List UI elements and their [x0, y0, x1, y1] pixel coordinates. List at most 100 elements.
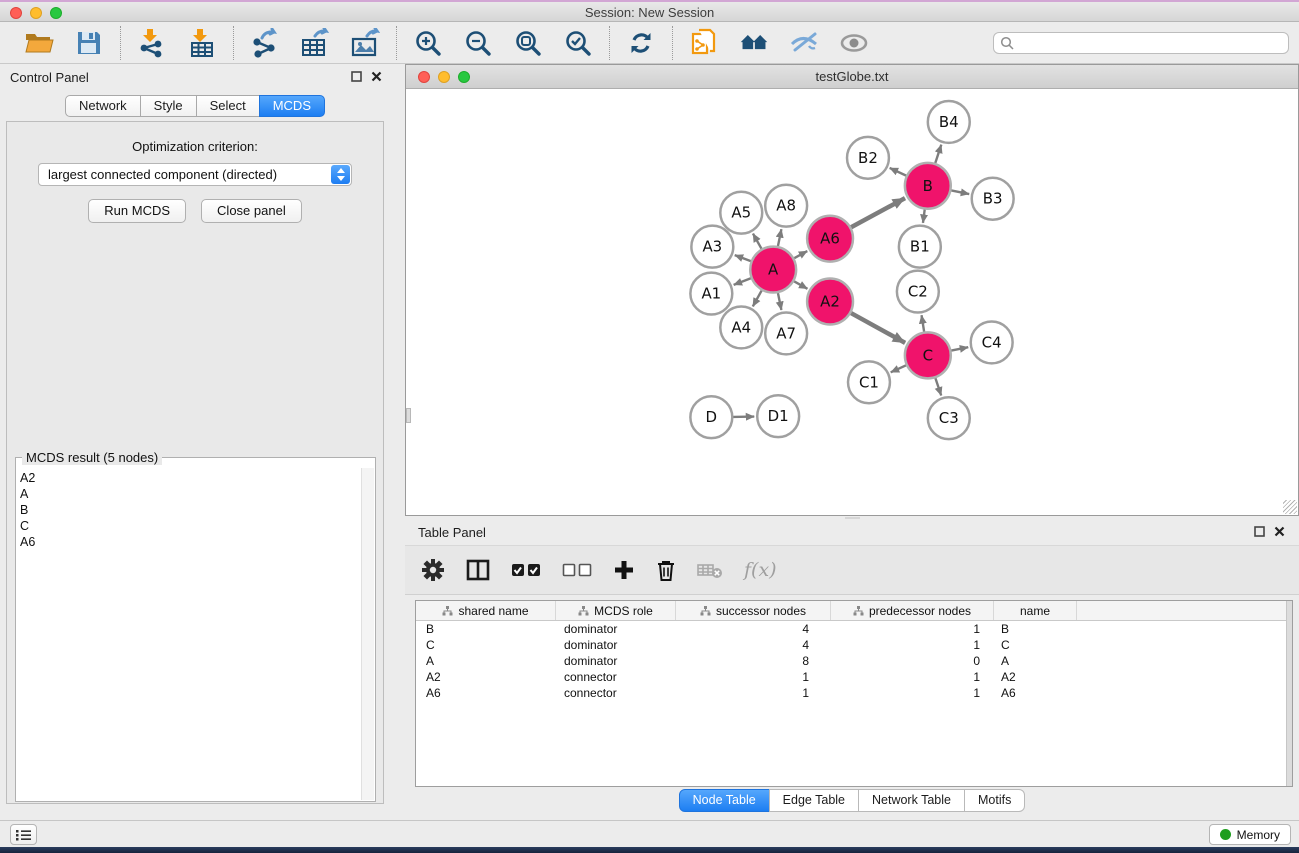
import-network-icon[interactable]: [137, 28, 167, 58]
tab-mcds[interactable]: MCDS: [259, 95, 325, 117]
graph-edge-A-A8[interactable]: [778, 229, 781, 246]
home-icon[interactable]: [739, 28, 769, 58]
export-image-icon[interactable]: [350, 28, 380, 58]
table-settings-gear-icon[interactable]: [421, 557, 445, 583]
graph-edge-C-C3[interactable]: [935, 378, 941, 395]
graph-edge-A-A2[interactable]: [794, 281, 807, 289]
zoom-out-icon[interactable]: [463, 28, 493, 58]
graph-edge-A6-B[interactable]: [851, 198, 905, 227]
close-panel-button[interactable]: Close panel: [201, 199, 302, 223]
graph-node-D[interactable]: D: [690, 396, 732, 438]
graph-node-A[interactable]: A: [750, 247, 796, 293]
export-network-icon[interactable]: [250, 28, 280, 58]
hide-detail-icon[interactable]: [789, 28, 819, 58]
table-row[interactable]: Adominator80A: [416, 653, 1292, 669]
close-panel-icon[interactable]: [371, 71, 382, 82]
float-table-panel-icon[interactable]: [1254, 526, 1265, 537]
graph-node-C4[interactable]: C4: [971, 321, 1013, 363]
result-scrollbar[interactable]: [361, 468, 374, 800]
graph-edge-C-C2[interactable]: [922, 315, 925, 332]
open-session-icon[interactable]: [24, 28, 54, 58]
add-column-icon[interactable]: [613, 557, 635, 583]
run-mcds-button[interactable]: Run MCDS: [88, 199, 186, 223]
export-table-icon[interactable]: [300, 28, 330, 58]
graph-node-A7[interactable]: A7: [765, 312, 807, 354]
tab-style[interactable]: Style: [140, 95, 197, 117]
table-scrollbar[interactable]: [1286, 601, 1292, 786]
graph-edge-C-C4[interactable]: [951, 347, 968, 350]
tab-network-table[interactable]: Network Table: [858, 789, 965, 812]
table-row[interactable]: A6connector11A6: [416, 685, 1292, 701]
zoom-selected-icon[interactable]: [563, 28, 593, 58]
graph-edge-B-B2[interactable]: [890, 168, 906, 176]
search-box[interactable]: [993, 32, 1289, 54]
tab-edge-table[interactable]: Edge Table: [769, 789, 859, 812]
tab-node-table[interactable]: Node Table: [679, 789, 770, 812]
graph-edge-A-A5[interactable]: [753, 234, 761, 249]
tab-motifs[interactable]: Motifs: [964, 789, 1025, 812]
splitter-handle[interactable]: [406, 408, 411, 423]
result-item[interactable]: A: [20, 486, 375, 502]
table-row[interactable]: Bdominator41B: [416, 621, 1292, 637]
graph-node-C[interactable]: C: [905, 332, 951, 378]
graph-node-D1[interactable]: D1: [757, 395, 799, 437]
table-row[interactable]: A2connector11A2: [416, 669, 1292, 685]
graph-node-C2[interactable]: C2: [897, 271, 939, 313]
table-row[interactable]: Cdominator41C: [416, 637, 1292, 653]
graph-node-B3[interactable]: B3: [972, 178, 1014, 220]
graph-node-A6[interactable]: A6: [807, 216, 853, 262]
graph-node-A1[interactable]: A1: [690, 273, 732, 315]
column-header-name[interactable]: name: [994, 601, 1077, 620]
clone-network-icon[interactable]: [689, 28, 719, 58]
close-table-panel-icon[interactable]: [1274, 526, 1285, 537]
result-item[interactable]: B: [20, 502, 375, 518]
graph-edge-A-A7[interactable]: [778, 293, 781, 310]
browse-mode-icon[interactable]: [466, 557, 490, 583]
graph-node-B2[interactable]: B2: [847, 137, 889, 179]
delete-column-trash-icon[interactable]: [656, 557, 676, 583]
task-history-button[interactable]: [10, 824, 37, 845]
graph-node-A2[interactable]: A2: [807, 279, 853, 325]
network-graph[interactable]: B4B2BB3B1A5A8A6A3AA1A2A4A7C2C4CC1C3DD1: [406, 89, 1299, 515]
graph-node-A8[interactable]: A8: [765, 185, 807, 227]
graph-edge-B-B3[interactable]: [951, 190, 969, 194]
graph-node-A4[interactable]: A4: [720, 306, 762, 348]
mcds-result-list[interactable]: A2 A B C A6: [16, 458, 375, 550]
tab-select[interactable]: Select: [196, 95, 260, 117]
result-item[interactable]: A6: [20, 534, 375, 550]
import-table-icon[interactable]: [187, 28, 217, 58]
select-all-icon[interactable]: [511, 557, 541, 583]
network-window-titlebar[interactable]: testGlobe.txt: [406, 65, 1298, 89]
float-panel-icon[interactable]: [351, 71, 362, 82]
criterion-dropdown[interactable]: largest connected component (directed): [38, 163, 352, 186]
graph-edge-A2-C[interactable]: [851, 313, 905, 343]
network-canvas[interactable]: B4B2BB3B1A5A8A6A3AA1A2A4A7C2C4CC1C3DD1: [406, 89, 1298, 515]
graph-edge-B-B4[interactable]: [935, 145, 941, 163]
zoom-in-icon[interactable]: [413, 28, 443, 58]
graph-node-B4[interactable]: B4: [928, 101, 970, 143]
graph-node-B1[interactable]: B1: [899, 226, 941, 268]
graph-edge-A-A6[interactable]: [794, 251, 807, 258]
graph-node-A5[interactable]: A5: [720, 192, 762, 234]
result-item[interactable]: A2: [20, 470, 375, 486]
tab-network[interactable]: Network: [65, 95, 141, 117]
graph-node-B[interactable]: B: [905, 163, 951, 209]
result-item[interactable]: C: [20, 518, 375, 534]
node-table[interactable]: shared name MCDS role successor nodes pr…: [415, 600, 1293, 787]
graph-edge-C-C1[interactable]: [891, 365, 906, 372]
graph-edge-A-A4[interactable]: [753, 291, 762, 307]
show-graphics-eye-icon[interactable]: [839, 28, 869, 58]
column-header-successor-nodes[interactable]: successor nodes: [676, 601, 831, 620]
graph-edge-A-A3[interactable]: [735, 255, 751, 261]
zoom-fit-icon[interactable]: [513, 28, 543, 58]
graph-node-A3[interactable]: A3: [691, 226, 733, 268]
column-header-mcds-role[interactable]: MCDS role: [556, 601, 676, 620]
window-resize-grip[interactable]: [1283, 500, 1297, 514]
save-session-icon[interactable]: [74, 28, 104, 58]
deselect-all-icon[interactable]: [562, 557, 592, 583]
search-input[interactable]: [1018, 34, 1288, 52]
column-header-shared-name[interactable]: shared name: [416, 601, 556, 620]
column-header-predecessor-nodes[interactable]: predecessor nodes: [831, 601, 994, 620]
refresh-icon[interactable]: [626, 28, 656, 58]
graph-node-C3[interactable]: C3: [928, 397, 970, 439]
